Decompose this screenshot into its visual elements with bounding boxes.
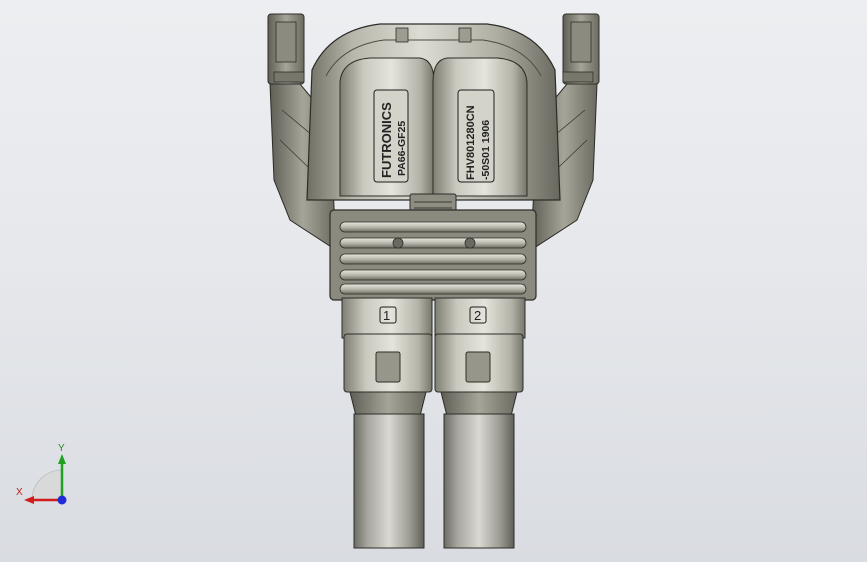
connector-3d-model[interactable]: FUTRONICS PA66-GF25 FHV801280CN -50S01 1… bbox=[0, 0, 867, 562]
label-left-line2: PA66-GF25 bbox=[396, 121, 408, 176]
label-plate-left: FUTRONICS PA66-GF25 bbox=[373, 89, 409, 183]
lower-body-left: 1 bbox=[341, 297, 433, 339]
cable-clamp-right bbox=[434, 333, 524, 417]
label-plate-right: FHV801280CN -50S01 1906 bbox=[457, 89, 495, 183]
triad-x-label: X bbox=[16, 487, 23, 498]
lower-body-right: 2 bbox=[434, 297, 526, 339]
label-right-line2: -50S01 1906 bbox=[480, 120, 492, 180]
cable-tube-right bbox=[443, 413, 515, 549]
y-axis-arrowhead-icon bbox=[58, 454, 66, 464]
z-axis-dot-icon bbox=[57, 495, 67, 505]
triad-plane-icon bbox=[31, 469, 63, 501]
cable-clamp-left bbox=[343, 333, 433, 417]
cable-tube-left bbox=[353, 413, 425, 549]
x-axis-arrowhead-icon bbox=[24, 496, 34, 504]
ribbed-section bbox=[329, 209, 537, 301]
pin-label-1: 1 bbox=[383, 308, 390, 323]
cad-graphics-viewport[interactable]: FUTRONICS PA66-GF25 FHV801280CN -50S01 1… bbox=[0, 0, 867, 562]
label-right-line1: FHV801280CN bbox=[465, 105, 477, 180]
triad-y-label: Y bbox=[58, 443, 65, 454]
pin-label-2: 2 bbox=[474, 308, 481, 323]
label-left-line1: FUTRONICS bbox=[379, 102, 394, 178]
